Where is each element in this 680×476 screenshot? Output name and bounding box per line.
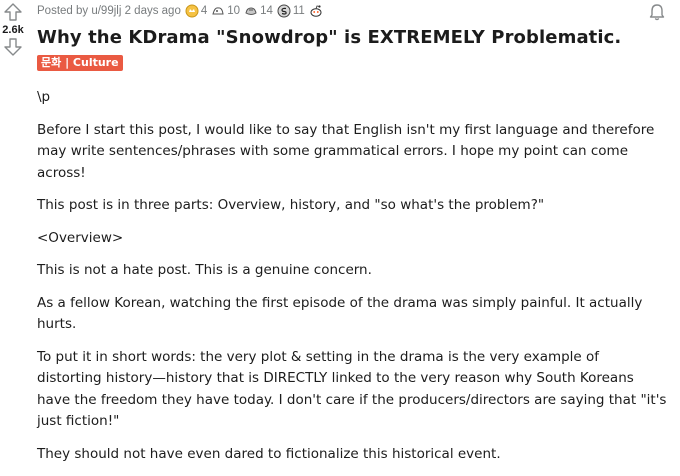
notification-bell-icon[interactable] (647, 2, 667, 22)
award-count: 4 (200, 5, 208, 17)
post-title[interactable]: Why the KDrama "Snowdrop" is EXTREMELY P… (37, 26, 667, 50)
award-silver[interactable]: 11 (277, 4, 305, 18)
vote-column: 2.6k (0, 0, 26, 57)
body-paragraph: As a fellow Korean, watching the first e… (37, 294, 643, 333)
wholesome-award-icon (245, 7, 257, 15)
body-paragraph: Before I start this post, I would like t… (37, 121, 655, 181)
upvote-arrow-icon[interactable] (3, 2, 23, 22)
body-paragraph: This is not a hate post. This is a genui… (37, 262, 372, 278)
post-container: Posted by u/99jlj 2 days ago 4 10 14 11 … (37, 0, 667, 476)
award-count: 10 (227, 5, 241, 17)
post-flair[interactable]: 문화 | Culture (37, 55, 123, 71)
body-paragraph: <Overview> (37, 229, 124, 246)
gold-award-icon (185, 4, 199, 18)
vote-score: 2.6k (2, 24, 24, 36)
award-gold[interactable]: 4 (185, 4, 207, 18)
body-paragraph: This post is in three parts: Overview, h… (37, 197, 545, 213)
award-wholesome[interactable]: 14 (244, 4, 273, 18)
snoo-award-icon (310, 5, 322, 17)
post-body: \p Before I start this post, I would lik… (37, 87, 667, 465)
award-snoo[interactable] (309, 4, 325, 18)
helpful-award-icon (212, 7, 224, 15)
body-paragraph: \p (37, 89, 51, 105)
award-helpful[interactable]: 10 (211, 4, 240, 18)
silver-coin-award-icon (277, 4, 291, 18)
downvote-arrow-icon[interactable] (3, 37, 23, 57)
posted-by-text: Posted by u/99jlj 2 days ago (37, 5, 181, 17)
award-count: 14 (260, 5, 273, 17)
body-paragraph: To put it in short words: the very plot … (37, 348, 667, 430)
award-count: 11 (292, 5, 305, 17)
body-paragraph: They should not have even dared to ficti… (37, 445, 501, 462)
post-meta: Posted by u/99jlj 2 days ago 4 10 14 11 (37, 0, 667, 22)
